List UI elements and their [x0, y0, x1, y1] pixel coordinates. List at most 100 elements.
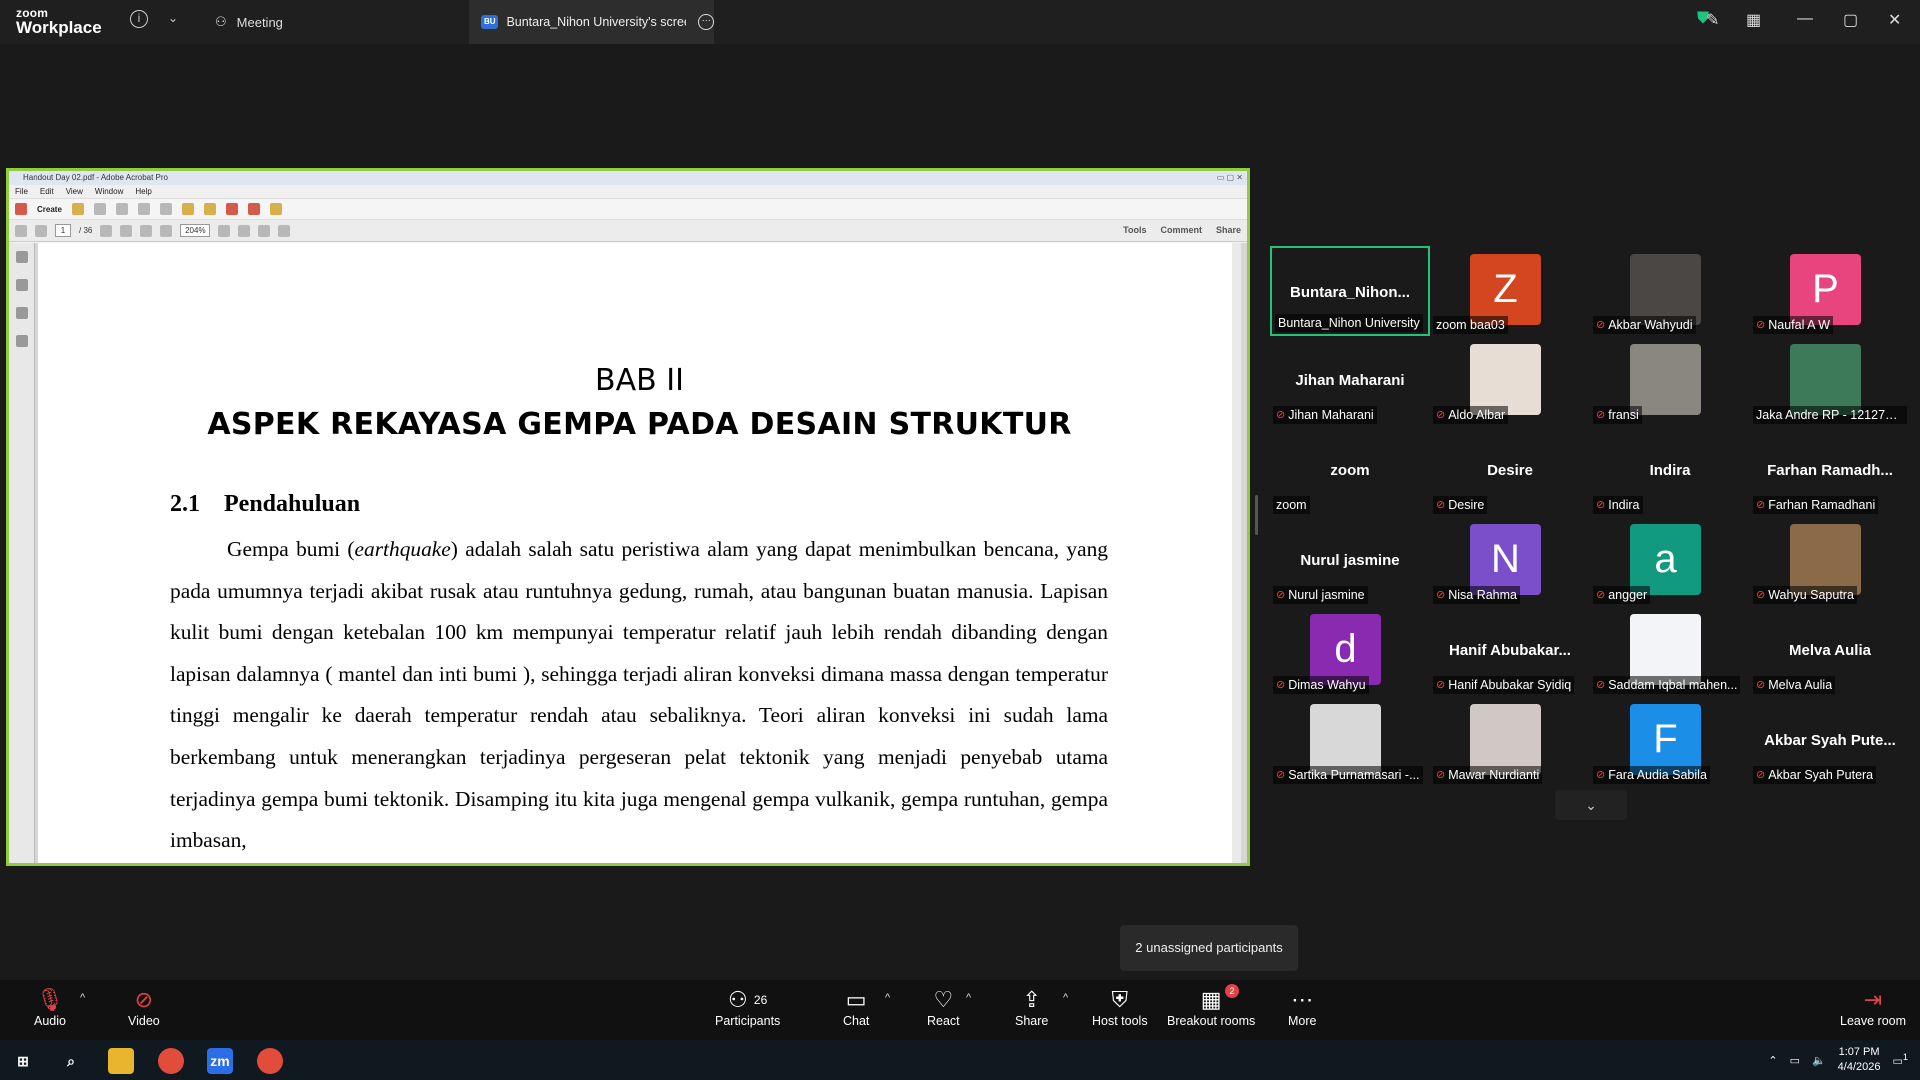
zoom-out-icon[interactable] [140, 224, 153, 237]
participant-tile[interactable]: ⊘ Akbar Wahyudi [1590, 246, 1750, 336]
share-options-caret[interactable]: ^ [1063, 992, 1068, 1004]
clock[interactable]: 1:07 PM 4/4/2026 [1838, 1045, 1881, 1075]
participant-tile[interactable]: Nurul jasmine ⊘ Nurul jasmine [1270, 516, 1430, 606]
annotate-icon[interactable]: ✎ [1706, 10, 1719, 30]
pdf-scrollbar[interactable] [1232, 243, 1241, 863]
select-tool-icon[interactable] [100, 224, 113, 237]
file-explorer-icon[interactable] [108, 1048, 134, 1074]
layout-icon[interactable]: ▦ [1746, 10, 1761, 30]
participant-tile[interactable]: Jihan Maharani ⊘ Jihan Maharani [1270, 336, 1430, 426]
participant-tile[interactable]: F ⊘ Fara Audia Sabila [1590, 696, 1750, 786]
pages-icon[interactable] [16, 251, 28, 263]
next-page-icon[interactable] [35, 224, 47, 237]
menu-view[interactable]: View [66, 185, 83, 198]
menu-edit[interactable]: Edit [40, 185, 54, 198]
participant-tile[interactable]: a ⊘ angger [1590, 516, 1750, 606]
menu-help[interactable]: Help [135, 185, 151, 198]
participant-tile[interactable]: Desire ⊘ Desire [1430, 426, 1590, 516]
participant-tile[interactable]: N ⊘ Nisa Rahma [1430, 516, 1590, 606]
prev-page-icon[interactable] [15, 224, 27, 237]
attachment-icon[interactable] [16, 307, 28, 319]
close-icon[interactable]: ✕ [1888, 10, 1901, 30]
tray-expand-icon[interactable]: ⌃ [1768, 1054, 1777, 1067]
zoom-app-icon[interactable]: zm [207, 1048, 233, 1074]
audio-button[interactable]: 🎙 Audio [34, 986, 66, 1028]
participant-tile[interactable]: Hanif Abubakar... ⊘ Hanif Abubakar Syidiq [1430, 606, 1590, 696]
participant-tile[interactable]: ⊘ fransi [1590, 336, 1750, 426]
participant-tile[interactable]: Jaka Andre RP - 1212721... [1750, 336, 1910, 426]
participant-tile[interactable]: Indira ⊘ Indira [1590, 426, 1750, 516]
participant-tile[interactable]: d ⊘ Dimas Wahyu [1270, 606, 1430, 696]
menu-window[interactable]: Window [95, 185, 123, 198]
signature-icon[interactable] [16, 335, 28, 347]
chat-button[interactable]: ▭ Chat [843, 986, 869, 1028]
participant-tile[interactable]: Buntara_Nihon... Buntara_Nihon University [1270, 246, 1430, 336]
chrome-icon[interactable] [158, 1048, 184, 1074]
gallery-next-page-icon[interactable]: ⌄ [1555, 790, 1627, 820]
volume-icon[interactable]: 🔈 [1812, 1054, 1826, 1067]
participant-tile[interactable]: ⊘ Sartika Purnamasari -... [1270, 696, 1430, 786]
rotate-icon[interactable] [258, 224, 271, 237]
chevron-down-icon[interactable]: ⌄ [168, 11, 178, 25]
participant-tile[interactable]: Melva Aulia ⊘ Melva Aulia [1750, 606, 1910, 696]
pdf-export-icon[interactable] [225, 203, 238, 215]
zoom-in-icon[interactable] [160, 224, 173, 237]
bookmark-icon[interactable] [16, 279, 28, 291]
chrome-window-icon[interactable] [257, 1048, 283, 1074]
sign-icon[interactable] [269, 203, 282, 215]
participant-tile[interactable]: Zzoom baa03 [1430, 246, 1590, 336]
create-button[interactable]: Create [37, 205, 62, 214]
page-number-input[interactable]: 1 [55, 224, 71, 237]
react-button[interactable]: ♡ React [927, 986, 960, 1028]
more-options-icon[interactable]: ··· [698, 14, 714, 30]
menu-file[interactable]: File [15, 185, 28, 198]
share-button[interactable]: ⇪ Share [1015, 986, 1048, 1028]
search-icon[interactable] [278, 224, 291, 237]
chat-options-caret[interactable]: ^ [885, 992, 890, 1004]
fit-width-icon[interactable] [238, 224, 251, 237]
tools-link[interactable]: Tools [1123, 225, 1146, 235]
participant-tile[interactable]: ⊘ Aldo Albar [1430, 336, 1590, 426]
network-icon[interactable]: ▭ [1790, 1054, 1800, 1067]
comment-reply-icon[interactable] [203, 203, 216, 215]
open-folder-icon[interactable] [71, 203, 84, 215]
participants-button[interactable]: ⚇ 26 Participants [715, 986, 780, 1028]
print-icon[interactable] [115, 203, 128, 215]
video-button[interactable]: ⊘ Video [128, 986, 160, 1028]
react-options-caret[interactable]: ^ [966, 992, 971, 1004]
more-button[interactable]: ⋯ More [1288, 986, 1316, 1028]
panel-resize-handle[interactable] [1255, 495, 1258, 535]
host-tools-button[interactable]: ⛨ Host tools [1092, 986, 1148, 1028]
hand-tool-icon[interactable] [120, 224, 133, 237]
shared-screen[interactable]: Handout Day 02.pdf - Adobe Acrobat Pro ▭… [6, 168, 1250, 866]
minimize-icon[interactable]: — [1797, 10, 1813, 28]
save-icon[interactable] [93, 203, 106, 215]
search-icon[interactable]: ⌕ [58, 1048, 84, 1074]
participant-tile[interactable]: P ⊘ Naufal A W [1750, 246, 1910, 336]
tab-shared-screen[interactable]: BU Buntara_Nihon University's screen ··· [469, 0, 714, 44]
comment-icon[interactable] [181, 203, 194, 215]
zoom-level-input[interactable]: 204% [180, 224, 211, 237]
meeting-info-icon[interactable]: i [130, 10, 148, 28]
acrobat-window-controls[interactable]: ▭ ▢ ✕ [1217, 171, 1243, 185]
leave-room-button[interactable]: ⇥ Leave room [1840, 986, 1906, 1028]
breakout-rooms-button[interactable]: ▦ 2 Breakout rooms [1167, 984, 1255, 1028]
participant-tile[interactable]: ⊘ Mawar Nurdianti [1430, 696, 1590, 786]
windows-start-icon[interactable]: ⊞ [10, 1048, 36, 1074]
fit-page-icon[interactable] [218, 224, 231, 237]
comment-link[interactable]: Comment [1160, 225, 1202, 235]
pdf-page[interactable]: BAB II ASPEK REKAYASA GEMPA PADA DESAIN … [38, 243, 1241, 863]
tab-meeting[interactable]: ⚇ Meeting [215, 0, 283, 44]
participant-tile[interactable]: ⊘ Wahyu Saputra [1750, 516, 1910, 606]
create-icon[interactable] [15, 203, 27, 215]
pdf-edit-icon[interactable] [247, 203, 260, 215]
share-link[interactable]: Share [1216, 225, 1241, 235]
maximize-icon[interactable]: ▢ [1843, 10, 1858, 30]
participant-tile[interactable]: Akbar Syah Pute... ⊘ Akbar Syah Putera [1750, 696, 1910, 786]
participant-tile[interactable]: zoom zoom [1270, 426, 1430, 516]
participant-tile[interactable]: Farhan Ramadh... ⊘ Farhan Ramadhani [1750, 426, 1910, 516]
audio-options-caret[interactable]: ^ [80, 992, 85, 1004]
participant-tile[interactable]: ⊘ Saddam Iqbal mahen... [1590, 606, 1750, 696]
settings-icon[interactable] [159, 203, 172, 215]
email-icon[interactable] [137, 203, 150, 215]
